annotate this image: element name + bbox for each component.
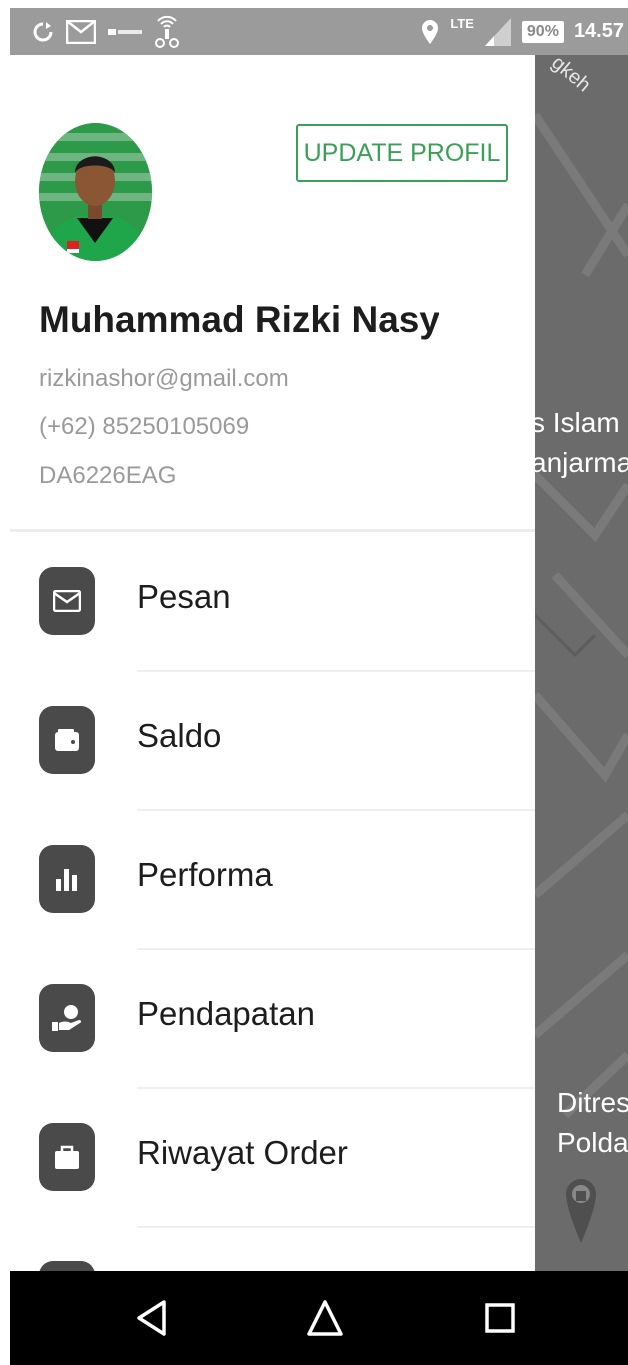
vehicle-plate: DA6226EAG (39, 462, 177, 489)
menu-item-label: Pendapatan (137, 995, 316, 1032)
recents-icon[interactable] (470, 1271, 530, 1365)
update-profile-button[interactable]: UPDATE PROFIL (296, 124, 508, 182)
signal-icon (484, 17, 512, 47)
map-place-label: anjarma (535, 447, 628, 478)
user-name: Muhammad Rizki Nasyar (39, 299, 439, 340)
briefcase-icon (39, 1123, 95, 1191)
gmail-icon (66, 19, 96, 44)
navigation-drawer: UPDATE PROFIL Muhammad Rizki Nasyar rizk… (10, 55, 535, 1271)
wallet-icon (39, 706, 95, 774)
menu-item-pesan[interactable]: Pesan (10, 532, 535, 672)
menu-item-partial[interactable] (10, 1227, 535, 1271)
sync-icon (32, 21, 54, 43)
menu-item-riwayat-order[interactable]: Riwayat Order (10, 1088, 535, 1228)
status-bar: LTE 90% 14.57 (10, 8, 628, 55)
clock: 14.57 (573, 20, 624, 42)
bar-chart-icon (39, 845, 95, 913)
income-icon (39, 984, 95, 1052)
menu-item-saldo[interactable]: Saldo (10, 671, 535, 811)
menu-item-label: Performa (137, 856, 273, 893)
back-icon[interactable] (122, 1271, 182, 1365)
battery-indicator: 90% (521, 20, 564, 43)
user-phone: (+62) 85250105069 (39, 413, 250, 440)
menu-item-label: Saldo (137, 717, 222, 754)
map-place-label: s Islam (535, 407, 620, 438)
map-background[interactable]: gkeh s Islam anjarma Ditres Polda (535, 55, 628, 1271)
home-icon[interactable] (295, 1271, 355, 1365)
map-place-label: Ditres (557, 1087, 628, 1118)
menu-item-icon (39, 1261, 95, 1271)
menu-item-label: Riwayat Order (137, 1134, 348, 1171)
user-email: rizkinashor@gmail.com (39, 365, 289, 392)
location-icon (420, 19, 440, 45)
operator-icon (108, 27, 142, 37)
avatar[interactable] (39, 123, 152, 261)
menu-item-label: Pesan (137, 578, 231, 615)
driver-app-icon (154, 15, 180, 49)
map-place-label: Polda (557, 1127, 628, 1158)
system-navigation-bar (10, 1271, 628, 1365)
network-type: LTE (450, 16, 474, 31)
menu-item-performa[interactable]: Performa (10, 810, 535, 950)
menu-item-pendapatan[interactable]: Pendapatan (10, 949, 535, 1089)
mail-icon (39, 567, 95, 635)
